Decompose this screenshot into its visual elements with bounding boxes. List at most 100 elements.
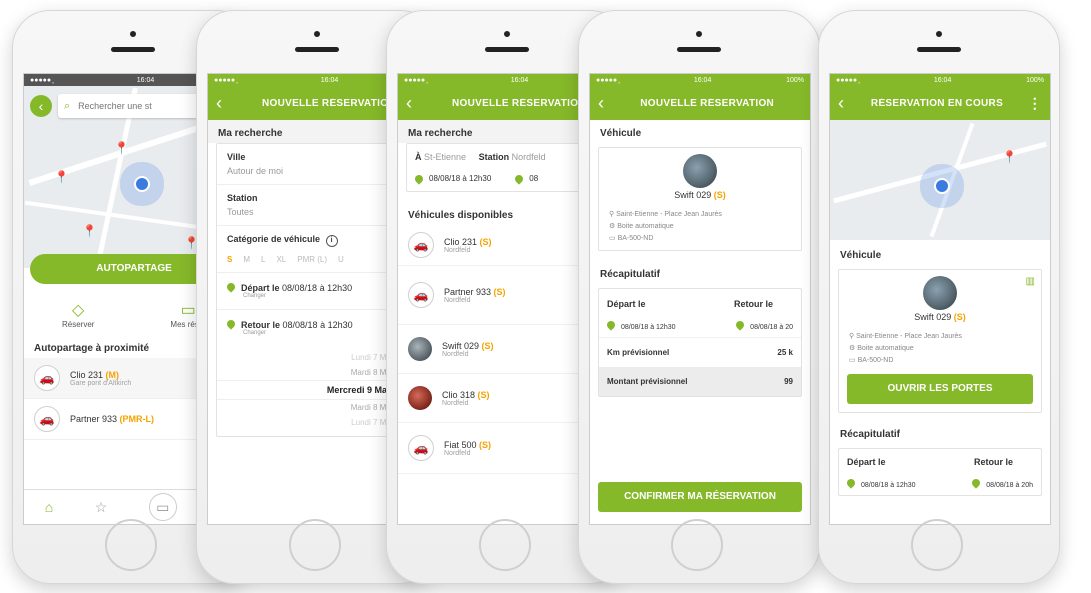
a-label: À — [415, 152, 422, 162]
confirm-reservation-button[interactable]: CONFIRMER MA RÉSERVATION — [598, 482, 802, 512]
search-input[interactable] — [76, 100, 201, 112]
changer-link[interactable]: Changer — [243, 330, 409, 336]
home-button[interactable] — [289, 519, 341, 571]
back-icon[interactable]: ‹ — [598, 93, 604, 114]
clock: 16:04 — [320, 76, 339, 84]
home-button[interactable] — [479, 519, 531, 571]
location-pin-icon — [734, 319, 746, 331]
car-size: (PMR-L) — [119, 414, 155, 424]
page-title: NOUVELLE RÉSERVATION — [640, 97, 775, 109]
car-location: Nordfeld — [442, 399, 469, 407]
car-size: (S) — [481, 340, 494, 351]
category-option-pmr[interactable]: PMR (L) — [297, 255, 327, 264]
location-pin-icon — [225, 281, 237, 293]
car-gearbox: Boite automatique — [617, 223, 674, 230]
car-marker-icon[interactable]: 📍 — [54, 170, 69, 184]
car-size: (M) — [105, 369, 120, 380]
retour-value: 08/08/18 à 12h30 — [282, 320, 353, 330]
category-option-m[interactable]: M — [243, 255, 250, 264]
wallet-tab-icon[interactable]: ▭ — [148, 493, 177, 521]
open-doors-label: OUVRIR LES PORTES — [887, 383, 993, 394]
car-marker-icon[interactable]: 📍 — [114, 141, 129, 155]
info-icon[interactable]: i — [325, 235, 338, 247]
car-name: Swift 029 — [442, 340, 480, 351]
more-menu-icon[interactable]: ⋮ — [1028, 95, 1042, 112]
depart-label: Départ le — [607, 299, 646, 309]
open-doors-button[interactable]: OUVRIR LES PORTES — [847, 374, 1033, 404]
gearbox-icon: ⚙ — [609, 223, 616, 230]
car-name: Clio 318 — [442, 389, 476, 400]
vehicle-card[interactable]: Swift 029 (S) ⚲ Saint-Etienne - Place Je… — [598, 147, 802, 251]
map-view[interactable]: 📍 — [830, 120, 1050, 240]
speaker — [677, 47, 721, 52]
retour-value: 08/08/18 à 20 — [750, 324, 793, 331]
front-camera — [314, 31, 320, 37]
front-camera — [130, 31, 136, 37]
ticket-icon: ◇ — [72, 302, 85, 319]
car-size: (S) — [713, 190, 726, 200]
signal-indicator: ●●●●● ̥ — [214, 76, 238, 84]
car-size: (S) — [479, 236, 492, 247]
category-option-u[interactable]: U — [338, 255, 344, 264]
recap-card: Départ le Retour le 08/08/18 à 12h30 08/… — [598, 288, 802, 397]
back-icon[interactable]: ‹ — [838, 93, 844, 114]
speaker — [295, 47, 339, 52]
km-label: Km prévisionnel — [607, 348, 670, 357]
car-plate: BA-500-ND — [617, 235, 654, 242]
car-status-icon: ▥ — [1025, 276, 1035, 287]
car-photo — [923, 276, 957, 310]
page-title: RÉSERVATION EN COURS — [870, 97, 1004, 109]
category-option-s[interactable]: S — [227, 255, 232, 264]
car-size: (S) — [953, 312, 966, 322]
car-marker-icon[interactable]: 📍 — [1002, 150, 1017, 164]
categorie-label: Catégorie de véhicule — [227, 234, 321, 244]
battery-level: 100% — [1026, 76, 1044, 84]
changer-link[interactable]: Changer — [243, 293, 409, 299]
car-plate: BA-500-ND — [857, 357, 894, 364]
car-icon: 🚗 — [408, 282, 434, 308]
car-size: (S) — [479, 439, 492, 450]
plate-icon: ▭ — [609, 235, 616, 242]
car-name: Swift 029 — [914, 312, 952, 322]
depart-value: 08/08/18 à 12h30 — [621, 324, 676, 331]
section-title: Récapitulatif — [840, 429, 901, 440]
car-location: Nordfeld — [444, 246, 471, 254]
home-button[interactable] — [105, 519, 157, 571]
battery-level: 100% — [786, 76, 804, 84]
clock: 16:04 — [510, 76, 529, 84]
car-icon: 🚗 — [34, 406, 60, 432]
phone-4: ●●●●● ̥ 16:04 100% ‹ NOUVELLE RÉSERVATIO… — [578, 10, 820, 584]
home-tab-icon[interactable]: ⌂ — [45, 499, 53, 515]
montant-value: 99 — [784, 377, 793, 386]
retour-label: Retour le — [733, 299, 773, 309]
clock: 16:04 — [136, 76, 155, 84]
app-bar: ‹ NOUVELLE RÉSERVATION — [590, 86, 810, 120]
clock: 16:04 — [693, 76, 712, 84]
reserver-button[interactable]: ◇ Réserver — [62, 300, 94, 329]
location-pin-icon — [225, 318, 237, 330]
home-button[interactable] — [671, 519, 723, 571]
car-icon: 🚗 — [408, 232, 434, 258]
location-icon: ⚲ — [609, 211, 615, 218]
montant-label: Montant prévisionnel — [607, 377, 688, 386]
car-photo — [408, 386, 432, 410]
car-name: Partner 933 — [444, 286, 492, 297]
back-icon[interactable]: ‹ — [406, 93, 412, 114]
vehicle-card[interactable]: ▥ Swift 029 (S) ⚲ Saint-Etienne - Place … — [838, 269, 1042, 413]
location-pin-icon — [513, 172, 525, 185]
favorites-tab-icon[interactable]: ☆ — [95, 499, 108, 516]
category-selector: S M L XL PMR (L) U — [227, 255, 409, 264]
car-location: Gare pont d'Altkirch — [70, 379, 132, 387]
back-icon[interactable]: ‹ — [216, 93, 222, 114]
depart-value: 08/08/18 à 12h30 — [282, 283, 353, 293]
ville-label: Ville — [227, 152, 246, 162]
section-title: Véhicule — [600, 128, 642, 139]
signal-indicator: ●●●●● ̥ — [404, 76, 428, 84]
category-option-xl[interactable]: XL — [276, 255, 286, 264]
category-option-l[interactable]: L — [261, 255, 265, 264]
home-button[interactable] — [911, 519, 963, 571]
car-marker-icon[interactable]: 📍 — [82, 224, 97, 238]
car-location: Nordfeld — [444, 296, 471, 304]
retour-label: Retour le — [973, 457, 1013, 467]
back-icon[interactable]: ‹ — [30, 95, 52, 117]
